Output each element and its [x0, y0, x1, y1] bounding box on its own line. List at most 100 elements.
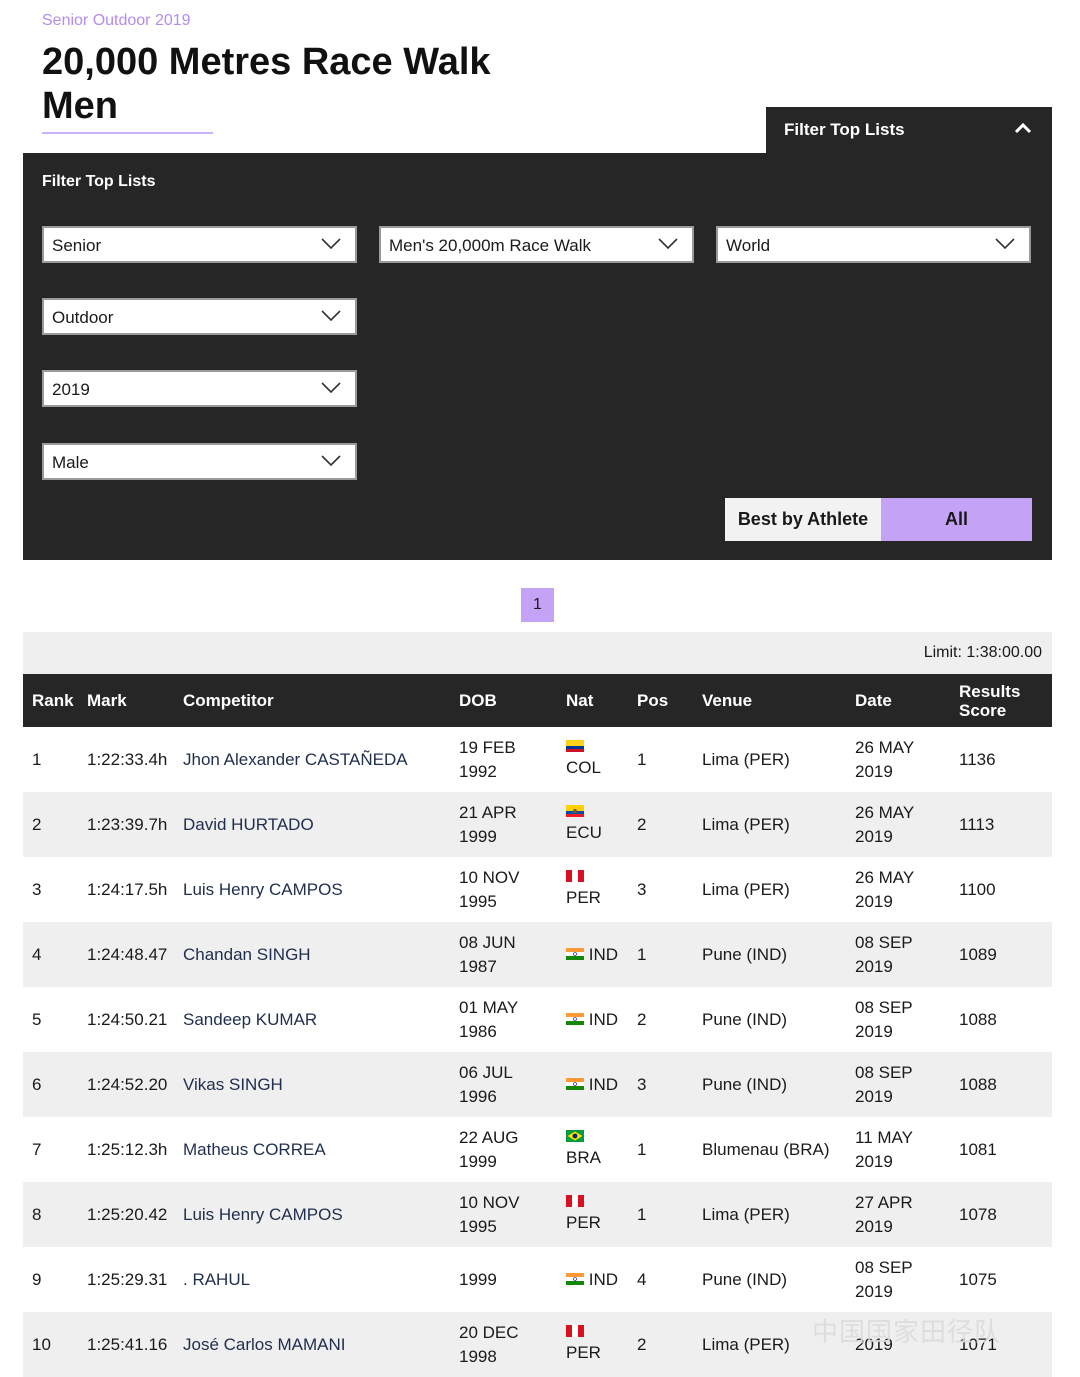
venue-cell: Pune (IND): [693, 922, 846, 987]
date-daymonth: 27 APR: [855, 1192, 913, 1212]
flag-per-icon: [566, 1194, 584, 1207]
dob-daymonth: 21 APR: [459, 802, 517, 822]
table-header-row: Rank Mark Competitor DOB Nat Pos Venue D…: [23, 674, 1052, 727]
table-row: 5 1:24:50.21 Sandeep KUMAR 01 MAY 1986 IND 2 P…: [23, 987, 1052, 1052]
dob-daymonth: 01 MAY: [459, 997, 519, 1017]
page-title: 20,000 Metres Race Walk Men: [42, 40, 491, 128]
table-row: 7 1:25:12.3h Matheus CORREA 22 AUG 1999 BRA 1 B…: [23, 1117, 1052, 1182]
competitor-link[interactable]: Luis Henry CAMPOS: [174, 857, 450, 922]
competitor-link[interactable]: Luis Henry CAMPOS: [174, 1182, 450, 1247]
col-date: Date: [846, 674, 950, 727]
nat-cell: IND: [557, 922, 628, 987]
filter-toggle-tab[interactable]: Filter Top Lists: [766, 107, 1052, 154]
rank-cell: 5: [32, 1009, 42, 1029]
nat-cell: BRA: [557, 1117, 628, 1182]
flag-ind-icon: [566, 948, 584, 961]
score-cell: 1078: [950, 1182, 1052, 1247]
pos-cell: 1: [637, 1139, 647, 1159]
chevron-up-icon: [1014, 122, 1032, 134]
limit-text: Limit: 1:38:00.00: [923, 644, 1042, 661]
pos-cell: 2: [628, 1312, 693, 1377]
dob-cell: 22 AUG 1999: [450, 1117, 557, 1182]
date-year: 2019: [855, 956, 893, 976]
mark-cell: 1:25:12.3h: [87, 1139, 168, 1159]
date-year: 2019: [855, 1086, 893, 1106]
mark-cell: 1:24:48.47: [78, 922, 174, 987]
discipline-select[interactable]: Men's 20,000m Race Walk: [379, 226, 694, 263]
pos-cell: 3: [628, 1052, 693, 1117]
nat-code: ECU: [566, 822, 602, 842]
venue-cell: Lima (PER): [693, 792, 846, 857]
dob-daymonth: 19 FEB: [459, 737, 516, 757]
table-row: 9 1:25:29.31 . RAHUL 1999 IND 4 Pune (IND) 08 …: [23, 1247, 1052, 1312]
date-cell: 27 APR 2019: [846, 1182, 950, 1247]
date-year: 2019: [855, 891, 893, 911]
date-year: 2019: [855, 1281, 893, 1301]
col-pos: Pos: [628, 674, 693, 727]
date-year: 2019: [855, 826, 893, 846]
venue-cell: Lima (PER): [693, 1182, 846, 1247]
page-title-line-2: Men: [42, 85, 118, 127]
pos-cell: 3: [637, 879, 647, 899]
competitor-link[interactable]: Vikas SINGH: [174, 1052, 450, 1117]
dob-year: 1996: [459, 1086, 497, 1106]
flag-ind-icon: [566, 1078, 584, 1091]
competitor-link[interactable]: José Carlos MAMANI: [174, 1312, 450, 1377]
dob-cell: 01 MAY 1986: [450, 987, 557, 1052]
date-cell: 26 MAY 2019: [846, 792, 950, 857]
chevron-down-icon: [321, 382, 341, 394]
gender-select[interactable]: Male: [42, 443, 357, 480]
nat-cell: PER: [557, 1312, 628, 1377]
mark-cell: 1:25:41.16: [78, 1312, 174, 1377]
region-select[interactable]: World: [716, 226, 1031, 263]
flag-ecu-icon: [566, 804, 584, 817]
dob-year: 1998: [459, 1346, 497, 1366]
environment-value: Outdoor: [52, 308, 114, 327]
dob-cell: 20 DEC 1998: [450, 1312, 557, 1377]
score-cell: 1088: [959, 1009, 997, 1029]
filter-tab-label: Filter Top Lists: [784, 120, 905, 139]
nat-cell: IND: [557, 1247, 628, 1312]
rank-cell: 6: [23, 1052, 78, 1117]
flag-ind-icon: [566, 1013, 584, 1026]
age-category-value: Senior: [52, 236, 102, 255]
nat-code: PER: [566, 1212, 601, 1232]
year-select[interactable]: 2019: [42, 370, 357, 407]
col-score-line-1: Results: [959, 681, 1021, 701]
competitor-link[interactable]: David HURTADO: [174, 792, 450, 857]
mark-cell: 1:22:33.4h: [87, 749, 168, 769]
best-by-athlete-button[interactable]: Best by Athlete: [725, 498, 881, 541]
date-daymonth: 11 MAY: [855, 1127, 913, 1147]
environment-select[interactable]: Outdoor: [42, 298, 357, 335]
competitor-link[interactable]: Jhon Alexander CASTAÑEDA: [174, 727, 450, 792]
pos-cell: 4: [637, 1269, 647, 1289]
col-nat: Nat: [557, 674, 628, 727]
competitor-link[interactable]: Chandan SINGH: [174, 922, 450, 987]
competitor-link[interactable]: Sandeep KUMAR: [174, 987, 450, 1052]
dob-cell: 10 NOV 1995: [450, 857, 557, 922]
date-year: 2019: [855, 1021, 893, 1041]
col-dob: DOB: [450, 674, 557, 727]
all-results-button[interactable]: All: [881, 498, 1032, 541]
rank-cell: 3: [32, 879, 42, 899]
dob-daymonth: 10 NOV: [459, 1192, 520, 1212]
age-category-select[interactable]: Senior: [42, 226, 357, 263]
dob-year: 1999: [459, 1269, 497, 1289]
discipline-value: Men's 20,000m Race Walk: [389, 236, 591, 255]
nat-cell: PER: [557, 857, 628, 922]
pagination-page-button[interactable]: 1: [521, 588, 554, 622]
competitor-link[interactable]: Matheus CORREA: [174, 1117, 450, 1182]
venue-cell: Blumenau (BRA): [702, 1139, 830, 1159]
dob-year: 1987: [459, 956, 497, 976]
score-cell: 1081: [959, 1139, 997, 1159]
gender-value: Male: [52, 453, 89, 472]
table-row: 2 1:23:39.7h David HURTADO 21 APR 1999 ECU 2 Li…: [23, 792, 1052, 857]
date-daymonth: 26 MAY: [855, 802, 915, 822]
limit-bar: Limit: 1:38:00.00: [23, 632, 1052, 674]
score-cell: 1136: [959, 749, 996, 769]
pos-cell: 1: [628, 922, 693, 987]
table-row: 8 1:25:20.42 Luis Henry CAMPOS 10 NOV 1995 PE…: [23, 1182, 1052, 1247]
competitor-link[interactable]: . RAHUL: [174, 1247, 450, 1312]
date-cell: 26 MAY 2019: [846, 857, 950, 922]
nat-code: BRA: [566, 1147, 601, 1167]
